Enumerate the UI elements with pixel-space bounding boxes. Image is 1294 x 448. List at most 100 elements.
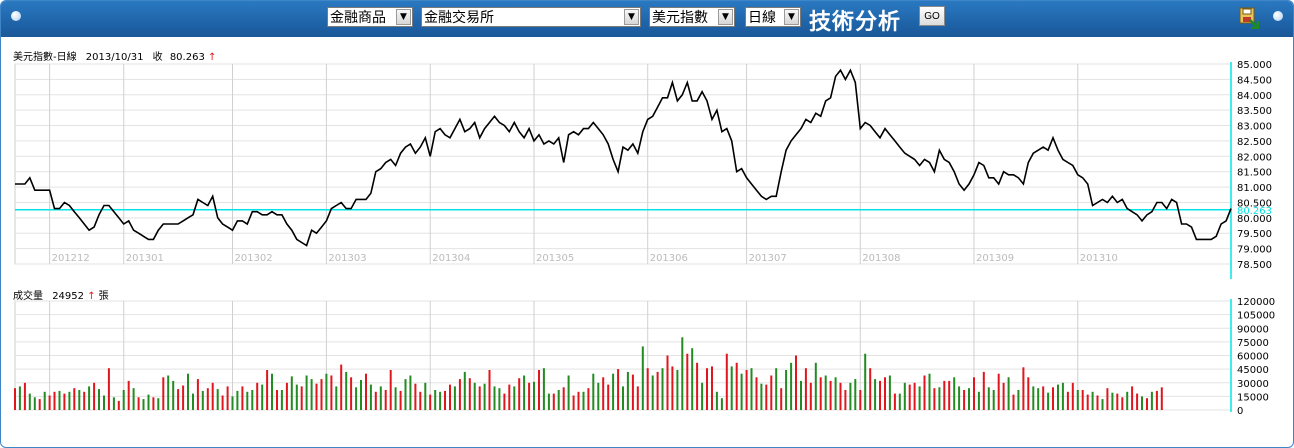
volume-bar (498, 388, 501, 410)
dropdown-arrow-icon[interactable]: ▼ (784, 9, 799, 25)
volume-bar (117, 400, 120, 410)
volume-bar (953, 377, 956, 410)
volume-bar (290, 376, 293, 410)
volume-bar (626, 371, 629, 410)
volume-bar (132, 388, 135, 410)
product-select[interactable]: 金融商品 ▼ (327, 7, 413, 27)
volume-bar (1160, 387, 1163, 410)
volume-bar (691, 348, 694, 410)
volume-bar (538, 370, 540, 410)
volume-bar (1116, 393, 1119, 410)
index-select[interactable]: 美元指數 ▼ (649, 7, 735, 27)
volume-bar (1150, 391, 1153, 410)
volume-bar (280, 390, 283, 410)
volume-bar (246, 391, 249, 410)
volume-bar (780, 388, 783, 410)
volume-bar (103, 395, 105, 410)
volume-bar (913, 382, 916, 411)
volume-bar (1086, 394, 1089, 410)
volume-bar (493, 386, 496, 410)
volume-bar (992, 390, 995, 410)
volume-bar (1052, 387, 1054, 410)
month-label: 201310 (1080, 253, 1118, 264)
save-icon[interactable] (1239, 7, 1259, 29)
volume-bar (1032, 386, 1035, 410)
volume-bar (473, 382, 476, 411)
price-grid: 85.000 84.500 84.000 83.500 83.000 82.500 82.0… (14, 60, 1272, 279)
month-label: 201303 (328, 253, 366, 264)
current-value-label: 80.263 (1237, 206, 1272, 217)
price-series: 80.263 (15, 68, 1272, 247)
volume-bar (785, 370, 788, 410)
volume-bar (389, 370, 392, 410)
volume-bar (735, 362, 738, 410)
volume-bar (137, 397, 140, 410)
volume-bar (182, 385, 185, 410)
volume-bar (533, 381, 535, 410)
volume-bar (923, 375, 926, 410)
volume-bar (582, 391, 585, 410)
volume-bar (671, 366, 674, 410)
volume-bar (1121, 397, 1124, 410)
dropdown-arrow-icon[interactable]: ▼ (624, 9, 639, 25)
volume-tick-label: 30000 (1237, 379, 1269, 390)
volume-bar (53, 391, 56, 410)
price-tick-label: 83.500 (1237, 106, 1272, 117)
volume-bar (196, 379, 199, 410)
volume-bar (122, 390, 125, 410)
volume-bar (23, 382, 26, 411)
volume-bar (557, 390, 560, 410)
volume-panel-header: 成交量 24952 ↑ 張 (13, 289, 109, 302)
price-tick-label: 81.500 (1237, 168, 1272, 179)
dropdown-arrow-icon[interactable]: ▼ (396, 9, 411, 25)
volume-bar (903, 382, 906, 411)
month-label: 201302 (234, 253, 272, 264)
volume-bar (572, 395, 575, 410)
volume-bar (987, 387, 990, 410)
volume-bar (730, 366, 733, 410)
volume-bar (98, 389, 100, 410)
volume-bar (795, 355, 797, 410)
volume-bar (1146, 398, 1148, 410)
volume-tick-label: 60000 (1237, 352, 1269, 363)
volume-bar (43, 391, 46, 410)
volume-bar (824, 375, 827, 410)
period-select[interactable]: 日線 ▼ (745, 7, 801, 27)
volume-bar (261, 384, 264, 410)
volume-bar (419, 391, 422, 410)
volume-bar (839, 382, 842, 411)
volume-bar (404, 379, 407, 410)
volume-bar (266, 370, 269, 410)
volume-bar (365, 373, 367, 410)
volume-bar (775, 368, 778, 410)
volume-bar (879, 380, 881, 410)
volume-bar (859, 390, 862, 410)
price-tick-label: 84.000 (1237, 91, 1272, 102)
volume-bar (295, 384, 298, 410)
volume-bar (715, 391, 718, 410)
volume-bar (973, 377, 975, 410)
volume-bar (908, 384, 911, 410)
volume-bar (676, 370, 679, 410)
price-panel-name: 美元指數-日線 (13, 50, 77, 63)
volume-bar (720, 398, 723, 410)
volume-bar (394, 387, 397, 410)
volume-bar (547, 393, 550, 410)
volume-bar (1017, 390, 1020, 410)
volume-bar (1066, 391, 1069, 410)
volume-bar (107, 368, 110, 410)
dropdown-arrow-icon[interactable]: ▼ (718, 9, 733, 25)
volume-bar (340, 364, 343, 410)
volume-bar (127, 380, 130, 410)
volume-bar (83, 391, 86, 410)
volume-bar (958, 386, 961, 410)
volume-bar (187, 373, 189, 410)
volume-tick-label: 0 (1237, 406, 1243, 417)
volume-bar (68, 391, 71, 410)
exchange-select[interactable]: 金融交易所 ▼ (421, 7, 641, 27)
volume-bar (503, 393, 506, 410)
exchange-select-value: 金融交易所 (424, 10, 494, 26)
go-button[interactable]: GO (919, 6, 945, 26)
volume-bar (898, 393, 901, 410)
volume-bar (152, 397, 155, 410)
